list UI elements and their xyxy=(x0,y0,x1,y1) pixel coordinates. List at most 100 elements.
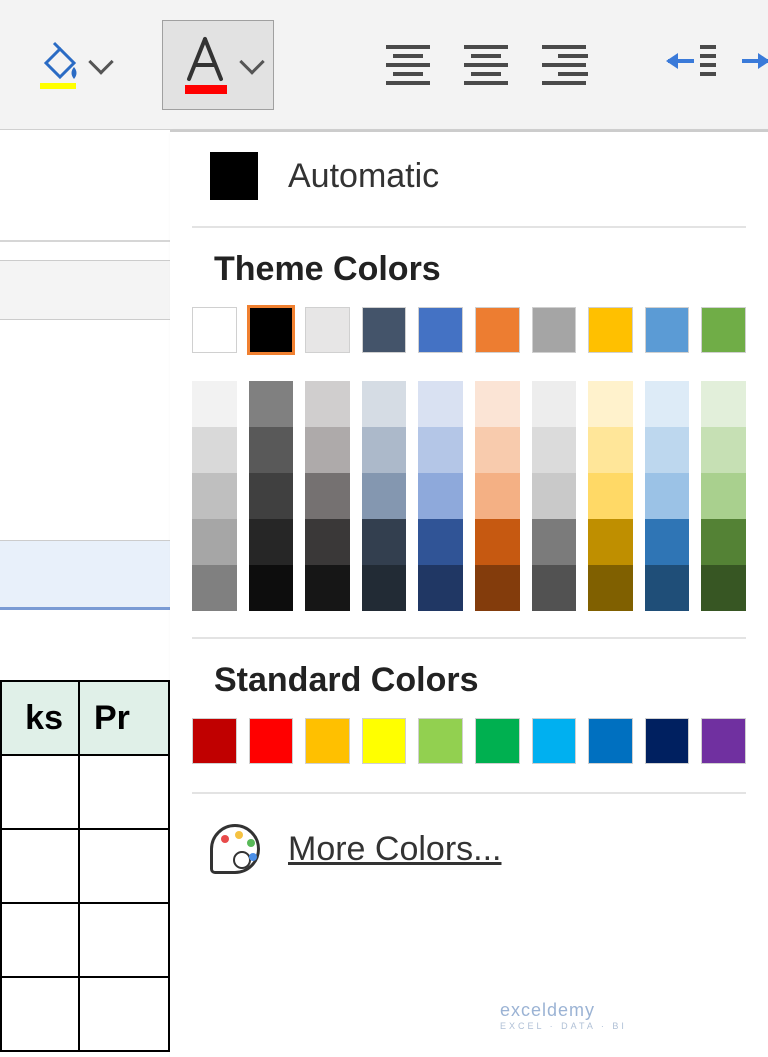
theme-color-swatch[interactable] xyxy=(249,307,294,353)
table-header-cell[interactable]: Pr xyxy=(80,680,170,756)
font-color-dropdown: Automatic Theme Colors Standard Colors M… xyxy=(170,130,768,1057)
shade-swatch[interactable] xyxy=(305,473,350,519)
automatic-color-item[interactable]: Automatic xyxy=(170,132,768,220)
table-header-cell[interactable]: ks xyxy=(0,680,80,756)
table-cell[interactable] xyxy=(80,830,170,904)
decrease-indent-button[interactable] xyxy=(668,45,716,85)
font-color-icon xyxy=(175,33,235,97)
table-cell[interactable] xyxy=(0,904,80,978)
shade-swatch[interactable] xyxy=(418,381,463,427)
shade-swatch[interactable] xyxy=(532,381,577,427)
shade-swatch[interactable] xyxy=(588,519,633,565)
shade-swatch[interactable] xyxy=(249,381,294,427)
font-color-button[interactable] xyxy=(162,20,274,110)
shade-swatch[interactable] xyxy=(475,427,520,473)
shade-swatch[interactable] xyxy=(588,381,633,427)
table-cell[interactable] xyxy=(80,978,170,1052)
shade-swatch[interactable] xyxy=(192,473,237,519)
shade-swatch[interactable] xyxy=(645,519,690,565)
standard-color-swatch[interactable] xyxy=(249,718,294,764)
theme-color-swatch[interactable] xyxy=(305,307,350,353)
shade-swatch[interactable] xyxy=(475,381,520,427)
standard-color-swatch[interactable] xyxy=(701,718,746,764)
shade-swatch[interactable] xyxy=(305,565,350,611)
more-colors-label: More Colors... xyxy=(288,830,502,869)
shade-swatch[interactable] xyxy=(305,381,350,427)
automatic-swatch xyxy=(210,152,258,200)
shade-swatch[interactable] xyxy=(249,565,294,611)
align-right-button[interactable] xyxy=(540,45,588,85)
shade-swatch[interactable] xyxy=(305,427,350,473)
theme-color-row xyxy=(170,307,768,371)
shade-swatch[interactable] xyxy=(475,519,520,565)
theme-color-swatch[interactable] xyxy=(701,307,746,353)
standard-color-swatch[interactable] xyxy=(475,718,520,764)
standard-color-swatch[interactable] xyxy=(305,718,350,764)
shade-swatch[interactable] xyxy=(362,427,407,473)
standard-color-swatch[interactable] xyxy=(532,718,577,764)
shade-swatch[interactable] xyxy=(588,565,633,611)
increase-indent-button[interactable] xyxy=(742,45,768,85)
selected-row-band xyxy=(0,540,170,610)
standard-color-swatch[interactable] xyxy=(588,718,633,764)
shade-swatch[interactable] xyxy=(418,427,463,473)
shade-swatch[interactable] xyxy=(588,427,633,473)
table-cell[interactable] xyxy=(0,978,80,1052)
theme-color-swatch[interactable] xyxy=(418,307,463,353)
theme-color-swatch[interactable] xyxy=(192,307,237,353)
shade-column xyxy=(192,381,237,611)
shade-swatch[interactable] xyxy=(701,381,746,427)
standard-color-swatch[interactable] xyxy=(645,718,690,764)
shade-swatch[interactable] xyxy=(249,519,294,565)
more-colors-item[interactable]: More Colors... xyxy=(170,800,768,898)
shade-swatch[interactable] xyxy=(305,519,350,565)
shade-swatch[interactable] xyxy=(532,565,577,611)
theme-color-swatch[interactable] xyxy=(475,307,520,353)
shade-swatch[interactable] xyxy=(532,519,577,565)
shade-swatch[interactable] xyxy=(418,519,463,565)
shade-swatch[interactable] xyxy=(645,381,690,427)
table-cell[interactable] xyxy=(80,756,170,830)
palette-icon xyxy=(210,824,260,874)
standard-color-swatch[interactable] xyxy=(362,718,407,764)
fill-color-button[interactable] xyxy=(20,20,122,110)
watermark: exceldemy EXCEL · DATA · BI xyxy=(500,1000,627,1031)
shade-swatch[interactable] xyxy=(192,381,237,427)
table-header-row: ks Pr xyxy=(0,680,170,1052)
standard-color-swatch[interactable] xyxy=(192,718,237,764)
shade-swatch[interactable] xyxy=(645,427,690,473)
align-center-button[interactable] xyxy=(462,45,510,85)
shade-swatch[interactable] xyxy=(249,473,294,519)
shade-swatch[interactable] xyxy=(249,427,294,473)
shade-swatch[interactable] xyxy=(701,427,746,473)
table-cell[interactable] xyxy=(0,756,80,830)
standard-colors-title: Standard Colors xyxy=(170,645,768,718)
shade-swatch[interactable] xyxy=(362,381,407,427)
shade-swatch[interactable] xyxy=(588,473,633,519)
theme-color-swatch[interactable] xyxy=(362,307,407,353)
theme-color-swatch[interactable] xyxy=(588,307,633,353)
shade-swatch[interactable] xyxy=(418,565,463,611)
shade-swatch[interactable] xyxy=(475,473,520,519)
theme-color-swatch[interactable] xyxy=(645,307,690,353)
shade-swatch[interactable] xyxy=(192,519,237,565)
align-left-button[interactable] xyxy=(384,45,432,85)
shade-swatch[interactable] xyxy=(192,565,237,611)
standard-color-swatch[interactable] xyxy=(418,718,463,764)
shade-swatch[interactable] xyxy=(701,519,746,565)
shade-swatch[interactable] xyxy=(645,565,690,611)
shade-swatch[interactable] xyxy=(532,473,577,519)
shade-swatch[interactable] xyxy=(645,473,690,519)
theme-color-swatch[interactable] xyxy=(532,307,577,353)
shade-swatch[interactable] xyxy=(701,473,746,519)
shade-swatch[interactable] xyxy=(532,427,577,473)
shade-swatch[interactable] xyxy=(362,519,407,565)
table-cell[interactable] xyxy=(80,904,170,978)
shade-swatch[interactable] xyxy=(192,427,237,473)
shade-swatch[interactable] xyxy=(701,565,746,611)
shade-swatch[interactable] xyxy=(362,473,407,519)
shade-swatch[interactable] xyxy=(362,565,407,611)
table-cell[interactable] xyxy=(0,830,80,904)
shade-swatch[interactable] xyxy=(418,473,463,519)
shade-swatch[interactable] xyxy=(475,565,520,611)
